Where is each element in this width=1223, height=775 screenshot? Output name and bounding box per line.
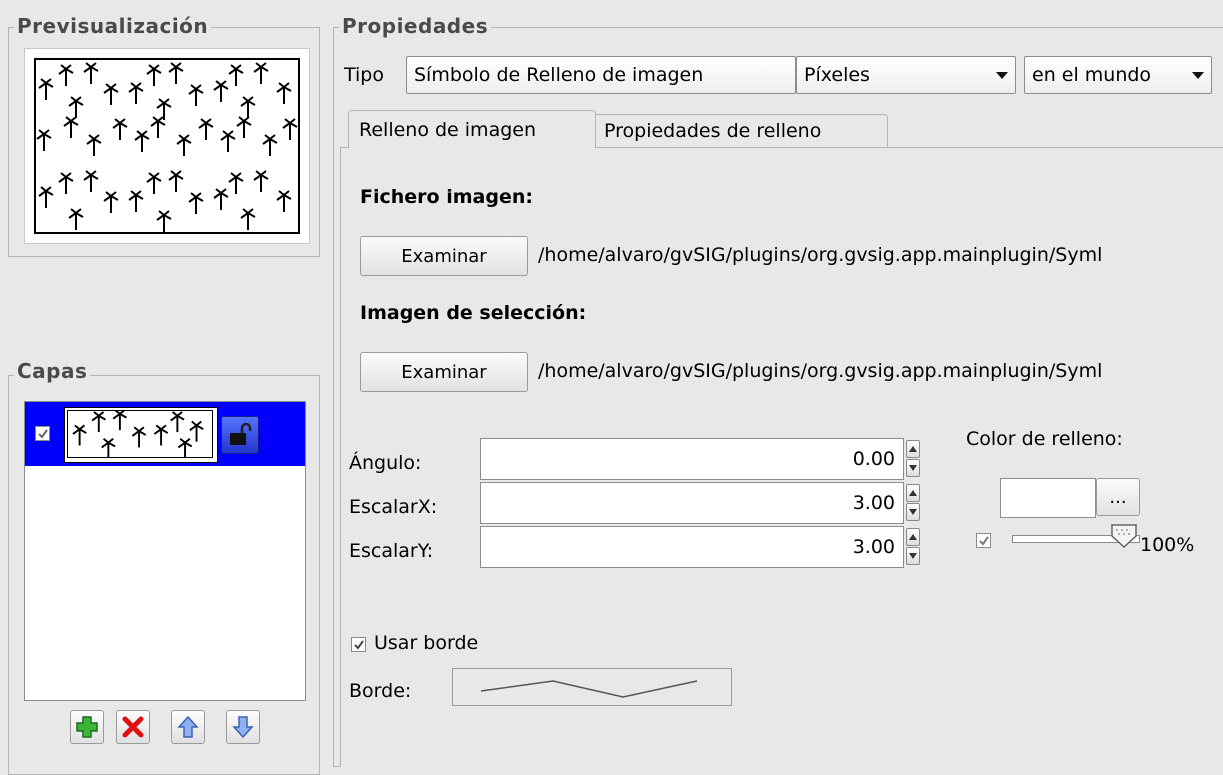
- properties-title: Propiedades: [339, 14, 492, 38]
- layer-row[interactable]: [25, 402, 305, 466]
- border-label: Borde:: [349, 680, 412, 702]
- tab-fill-properties[interactable]: Propiedades de relleno: [596, 114, 888, 147]
- chevron-down-icon[interactable]: [906, 547, 920, 565]
- move-layer-up-button[interactable]: [171, 710, 205, 744]
- type-select-value: Símbolo de Relleno de imagen: [414, 64, 704, 86]
- use-border-checkbox[interactable]: [351, 637, 366, 652]
- scale-x-spinner[interactable]: [906, 484, 920, 522]
- layer-lock-button[interactable]: [221, 416, 259, 454]
- selection-image-browse-label: Examinar: [401, 361, 487, 383]
- border-line-preview: [480, 680, 698, 698]
- alpha-percent: 100%: [1140, 534, 1195, 556]
- scale-y-label: EscalarY:: [349, 540, 434, 562]
- angle-value: 0.00: [852, 448, 895, 470]
- scale-y-value: 3.00: [852, 536, 895, 558]
- units-select[interactable]: Píxeles: [796, 56, 1016, 94]
- angle-label: Ángulo:: [349, 452, 422, 474]
- add-layer-button[interactable]: [70, 710, 104, 744]
- fill-color-picker-button[interactable]: ...: [1096, 478, 1140, 516]
- move-layer-down-button[interactable]: [226, 710, 260, 744]
- tab-fill-properties-label: Propiedades de relleno: [604, 120, 822, 142]
- preview-canvas: [24, 48, 310, 244]
- alpha-slider-thumb[interactable]: [1111, 524, 1137, 549]
- alpha-enabled-checkbox[interactable]: [976, 533, 991, 548]
- tab-image-fill[interactable]: Relleno de imagen: [348, 110, 596, 148]
- reference-select-value: en el mundo: [1032, 64, 1152, 86]
- chevron-down-icon: [1192, 72, 1204, 79]
- chevron-down-icon[interactable]: [906, 503, 920, 521]
- add-icon: [76, 716, 98, 738]
- image-file-heading: Fichero imagen:: [360, 186, 533, 208]
- scale-y-spinner[interactable]: [906, 528, 920, 566]
- image-file-browse-button[interactable]: Examinar: [360, 236, 528, 276]
- angle-spinner[interactable]: [906, 440, 920, 478]
- scale-x-value: 3.00: [852, 492, 895, 514]
- preview-title: Previsualización: [14, 14, 212, 38]
- tab-image-fill-label: Relleno de imagen: [359, 118, 537, 141]
- scale-x-input[interactable]: 3.00: [480, 482, 904, 524]
- selection-image-path: /home/alvaro/gvSIG/plugins/org.gvsig.app…: [538, 360, 1103, 382]
- layer-visible-checkbox[interactable]: [35, 426, 50, 441]
- image-file-path: /home/alvaro/gvSIG/plugins/org.gvsig.app…: [538, 244, 1103, 266]
- chevron-up-icon[interactable]: [906, 528, 920, 546]
- image-file-browse-label: Examinar: [401, 245, 487, 267]
- remove-layer-button[interactable]: [116, 710, 150, 744]
- selection-image-heading: Imagen de selección:: [360, 302, 587, 324]
- layers-title: Capas: [14, 359, 91, 383]
- type-label: Tipo: [344, 64, 384, 86]
- chevron-up-icon[interactable]: [906, 440, 920, 458]
- scale-x-label: EscalarX:: [349, 496, 438, 518]
- remove-icon: [122, 716, 144, 738]
- fill-color-label: Color de relleno:: [966, 428, 1123, 450]
- arrow-down-icon: [232, 716, 254, 739]
- type-select[interactable]: Símbolo de Relleno de imagen: [406, 56, 796, 94]
- scale-y-input[interactable]: 3.00: [480, 526, 904, 568]
- chevron-down-icon: [996, 72, 1008, 79]
- use-border-label: Usar borde: [374, 632, 479, 654]
- reference-select[interactable]: en el mundo: [1024, 56, 1212, 94]
- units-select-value: Píxeles: [804, 64, 870, 86]
- layer-thumbnail: [64, 407, 218, 463]
- chevron-up-icon[interactable]: [906, 484, 920, 502]
- preview-symbol-image: [34, 58, 300, 234]
- arrow-up-icon: [177, 715, 199, 738]
- angle-input[interactable]: 0.00: [480, 438, 904, 480]
- unlock-icon: [230, 422, 252, 445]
- chevron-down-icon[interactable]: [906, 459, 920, 477]
- fill-color-swatch[interactable]: [1000, 478, 1096, 518]
- border-style-button[interactable]: [452, 668, 732, 706]
- fill-color-picker-label: ...: [1109, 486, 1127, 508]
- layers-list[interactable]: [24, 401, 306, 701]
- selection-image-browse-button[interactable]: Examinar: [360, 352, 528, 392]
